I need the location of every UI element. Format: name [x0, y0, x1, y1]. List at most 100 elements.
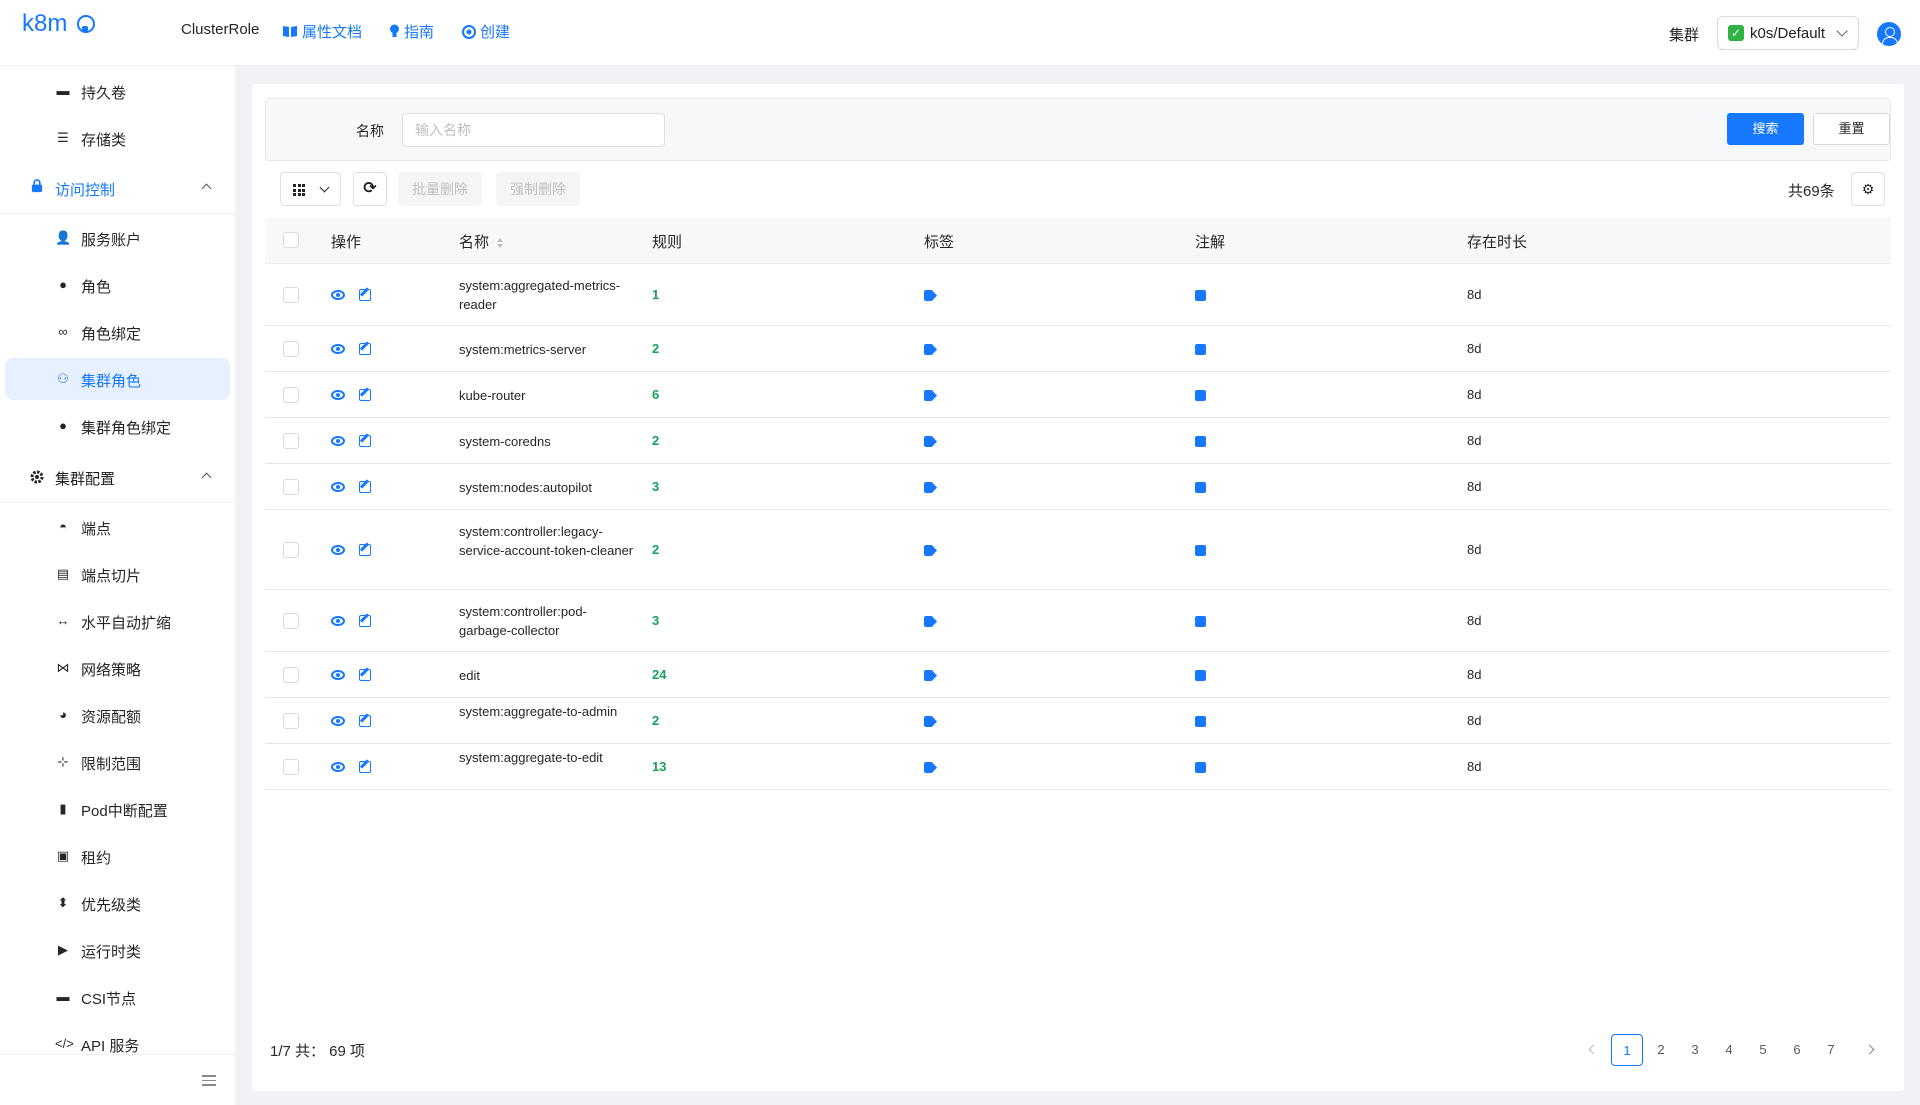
row-rules-count[interactable]: 6 [652, 387, 659, 402]
cluster-select[interactable]: ✓ k0s/Default [1717, 16, 1859, 50]
row-checkbox[interactable] [283, 287, 299, 303]
edit-icon[interactable] [359, 435, 371, 447]
search-button[interactable]: 搜索 [1727, 113, 1804, 145]
github-icon[interactable] [77, 15, 96, 33]
sidebar-item-csi-nodes[interactable]: ▬ CSI节点 [5, 976, 230, 1018]
tag-icon[interactable] [924, 716, 937, 727]
sidebar-item-hpa[interactable]: ↔ 水平自动扩缩 [5, 600, 230, 642]
row-checkbox[interactable] [283, 387, 299, 403]
view-icon[interactable] [331, 482, 345, 492]
sidebar-item-limit-ranges[interactable]: ⊹ 限制范围 [5, 741, 230, 783]
edit-icon[interactable] [359, 481, 371, 493]
tag-icon[interactable] [924, 344, 937, 355]
row-rules-count[interactable]: 2 [652, 433, 659, 448]
next-page-icon[interactable] [1864, 1044, 1875, 1055]
view-icon[interactable] [331, 344, 345, 354]
annotation-icon[interactable] [1195, 390, 1206, 401]
row-rules-count[interactable]: 2 [652, 341, 659, 356]
column-header-name[interactable]: 名称 [459, 231, 504, 252]
edit-icon[interactable] [359, 544, 371, 556]
annotation-icon[interactable] [1195, 482, 1206, 493]
refresh-button[interactable]: ⟳ [353, 172, 387, 206]
sidebar-item-roles[interactable]: ● 角色 [5, 264, 230, 306]
row-checkbox[interactable] [283, 759, 299, 775]
view-icon[interactable] [331, 616, 345, 626]
sidebar-item-runtime-classes[interactable]: ▶ 运行时类 [5, 929, 230, 971]
row-rules-count[interactable]: 2 [652, 542, 659, 557]
sidebar-item-service-accounts[interactable]: 👤 服务账户 [5, 217, 230, 259]
guide-link[interactable]: 指南 [389, 21, 434, 42]
sidebar-item-role-bindings[interactable]: ∞ 角色绑定 [5, 311, 230, 353]
row-rules-count[interactable]: 1 [652, 287, 659, 302]
annotation-icon[interactable] [1195, 616, 1206, 627]
edit-icon[interactable] [359, 715, 371, 727]
row-rules-count[interactable]: 3 [652, 479, 659, 494]
sidebar-item-cluster-role-bindings[interactable]: ● 集群角色绑定 [5, 405, 230, 447]
prev-page-icon[interactable] [1588, 1044, 1599, 1055]
annotation-icon[interactable] [1195, 436, 1206, 447]
sort-icon[interactable] [497, 238, 504, 249]
annotation-icon[interactable] [1195, 670, 1206, 681]
tag-icon[interactable] [924, 390, 937, 401]
view-icon[interactable] [331, 670, 345, 680]
app-logo[interactable]: k8m [22, 10, 96, 38]
sidebar-group-access-control[interactable]: 访问控制 [0, 163, 235, 213]
row-rules-count[interactable]: 2 [652, 713, 659, 728]
page-7-button[interactable]: 7 [1815, 1034, 1847, 1066]
sidebar-item-storage-classes[interactable]: ☰ 存储类 [5, 117, 230, 159]
row-rules-count[interactable]: 3 [652, 613, 659, 628]
sidebar-group-cluster-config[interactable]: 集群配置 [0, 452, 235, 502]
sidebar-item-persistent-volumes[interactable]: ▬ 持久卷 [5, 70, 230, 112]
sidebar-item-network-policies[interactable]: ⋈ 网络策略 [5, 647, 230, 689]
sidebar-item-priority-classes[interactable]: ⬍ 优先级类 [5, 882, 230, 924]
annotation-icon[interactable] [1195, 762, 1206, 773]
edit-icon[interactable] [359, 615, 371, 627]
row-checkbox[interactable] [283, 613, 299, 629]
sidebar-item-pod-disruption-budgets[interactable]: ▮ Pod中断配置 [5, 788, 230, 830]
tag-icon[interactable] [924, 670, 937, 681]
row-checkbox[interactable] [283, 341, 299, 357]
view-icon[interactable] [331, 290, 345, 300]
sidebar-item-endpoints[interactable]: ◓ 端点 [5, 506, 230, 548]
sidebar-item-cluster-roles[interactable]: ⚇ 集群角色 [5, 358, 230, 400]
annotation-icon[interactable] [1195, 545, 1206, 556]
page-1-button[interactable]: 1 [1611, 1034, 1643, 1066]
annotation-icon[interactable] [1195, 716, 1206, 727]
select-all-checkbox[interactable] [283, 232, 299, 248]
row-checkbox[interactable] [283, 667, 299, 683]
row-rules-count[interactable]: 24 [652, 667, 666, 682]
table-settings-button[interactable]: ⚙ [1851, 172, 1885, 206]
reset-button[interactable]: 重置 [1813, 113, 1890, 145]
sidebar-item-endpoint-slices[interactable]: ▤ 端点切片 [5, 553, 230, 595]
page-2-button[interactable]: 2 [1645, 1034, 1677, 1066]
view-icon[interactable] [331, 762, 345, 772]
row-checkbox[interactable] [283, 542, 299, 558]
row-checkbox[interactable] [283, 479, 299, 495]
page-6-button[interactable]: 6 [1781, 1034, 1813, 1066]
row-checkbox[interactable] [283, 713, 299, 729]
tag-icon[interactable] [924, 762, 937, 773]
menu-collapse-icon[interactable] [202, 1075, 216, 1087]
page-4-button[interactable]: 4 [1713, 1034, 1745, 1066]
batch-delete-button[interactable]: 批量删除 [398, 172, 482, 206]
user-avatar[interactable] [1877, 22, 1901, 46]
page-3-button[interactable]: 3 [1679, 1034, 1711, 1066]
edit-icon[interactable] [359, 669, 371, 681]
create-link[interactable]: 创建 [462, 21, 510, 42]
name-search-input[interactable] [402, 113, 665, 147]
sidebar-item-resource-quotas[interactable]: ◕ 资源配额 [5, 694, 230, 736]
tag-icon[interactable] [924, 545, 937, 556]
tag-icon[interactable] [924, 616, 937, 627]
view-icon[interactable] [331, 436, 345, 446]
tag-icon[interactable] [924, 482, 937, 493]
view-icon[interactable] [331, 390, 345, 400]
force-delete-button[interactable]: 强制删除 [496, 172, 580, 206]
tag-icon[interactable] [924, 436, 937, 447]
row-rules-count[interactable]: 13 [652, 759, 666, 774]
sidebar-item-leases[interactable]: ▣ 租约 [5, 835, 230, 877]
edit-icon[interactable] [359, 761, 371, 773]
docs-link[interactable]: 属性文档 [282, 21, 362, 42]
tag-icon[interactable] [924, 290, 937, 301]
view-icon[interactable] [331, 545, 345, 555]
column-select-dropdown[interactable] [280, 172, 341, 206]
